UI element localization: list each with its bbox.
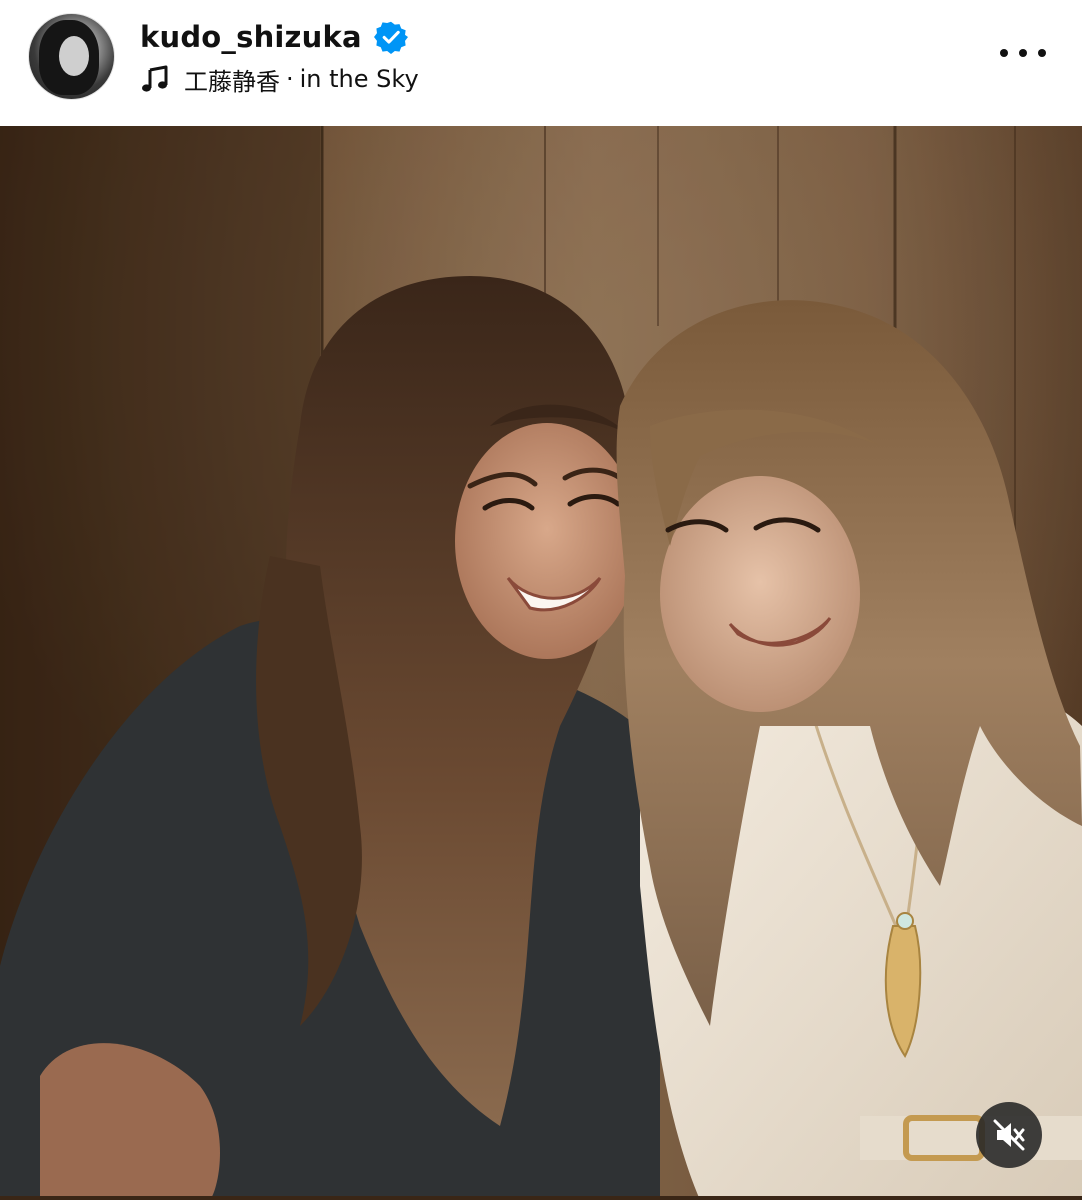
post-photo[interactable] [0, 126, 1082, 1200]
mute-toggle-button[interactable] [976, 1102, 1042, 1168]
username-row: kudo_shizuka [140, 16, 408, 58]
music-attribution[interactable]: 工藤静香 · in the Sky [140, 60, 419, 98]
profile-avatar[interactable] [28, 13, 115, 100]
music-note-icon [142, 65, 168, 92]
music-track: in the Sky [299, 65, 419, 93]
music-separator: · [286, 65, 294, 93]
speaker-muted-icon [993, 1119, 1025, 1151]
verified-badge-icon [373, 21, 408, 54]
more-horizontal-icon-dot [1038, 49, 1046, 57]
username-link[interactable]: kudo_shizuka [140, 20, 362, 54]
more-horizontal-icon-dot [1019, 49, 1027, 57]
post-photo-image [0, 126, 1082, 1200]
music-artist: 工藤静香 [184, 67, 280, 96]
more-options-button[interactable] [1000, 38, 1046, 68]
post-header: kudo_shizuka 工藤静香 · in the Sky [0, 0, 1082, 125]
more-horizontal-icon-dot [1000, 49, 1008, 57]
avatar-face [59, 36, 89, 76]
